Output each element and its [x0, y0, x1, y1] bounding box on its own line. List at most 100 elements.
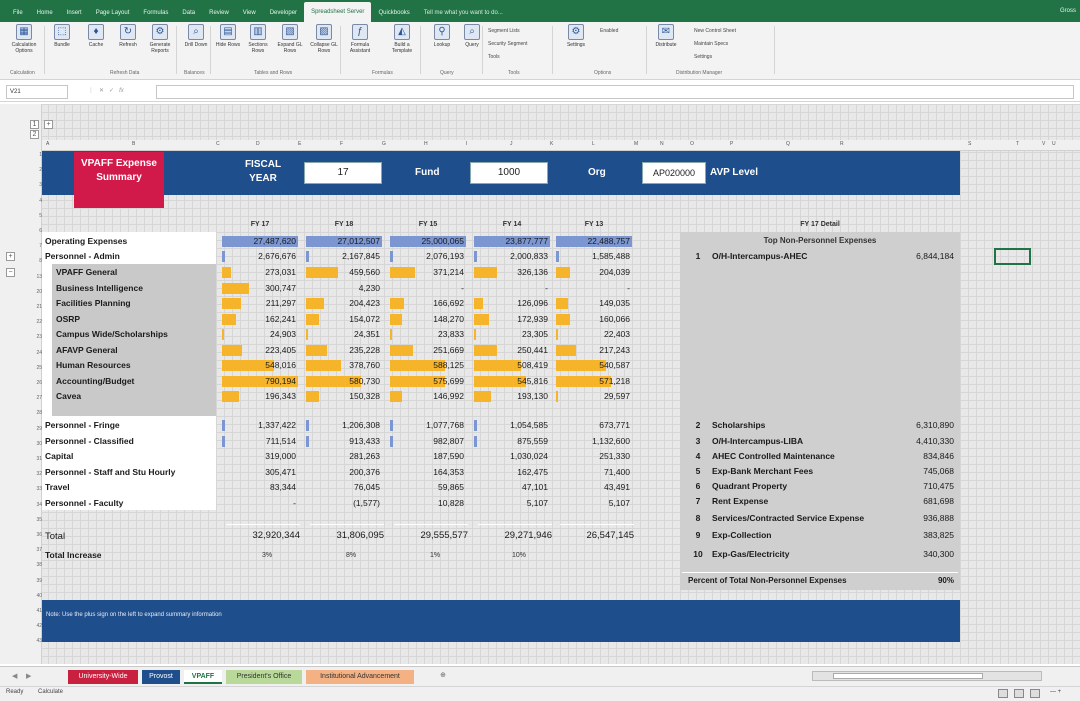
- value-cell[interactable]: 10,828: [390, 497, 468, 510]
- ribbon-option-segment-lists[interactable]: Segment Lists: [488, 28, 520, 34]
- value-cell[interactable]: 47,101: [474, 481, 552, 494]
- generate-reports-button[interactable]: ⚙ Generate Reports: [144, 24, 176, 54]
- ribbon-tab-view[interactable]: View: [236, 4, 263, 22]
- row-number[interactable]: 42: [30, 623, 42, 629]
- build-template-button[interactable]: ◭ Build a Template: [386, 24, 418, 54]
- row-number[interactable]: 22: [30, 319, 42, 325]
- value-cell[interactable]: 1,337,422: [222, 419, 300, 432]
- value-cell[interactable]: 281,263: [306, 450, 384, 463]
- value-cell[interactable]: 146,992: [390, 390, 468, 403]
- horizontal-scrollbar[interactable]: [812, 671, 1042, 681]
- column-header[interactable]: G: [382, 141, 386, 147]
- row-number[interactable]: 2: [30, 167, 42, 173]
- sheet-tab-institutional-advancement[interactable]: Institutional Advancement: [306, 670, 414, 684]
- ribbon-tab-quickbooks[interactable]: Quickbooks: [371, 4, 416, 22]
- ribbon-tab-file[interactable]: File: [6, 4, 30, 22]
- value-cell[interactable]: 305,471: [222, 466, 300, 479]
- cache-button[interactable]: ♦ Cache: [80, 24, 112, 48]
- row-number[interactable]: 33: [30, 486, 42, 492]
- row-number[interactable]: 24: [30, 350, 42, 356]
- fund-input[interactable]: 1000: [470, 162, 548, 184]
- value-cell[interactable]: -: [390, 282, 468, 295]
- sheet-tab-university-wide[interactable]: University-Wide: [68, 670, 138, 684]
- value-cell[interactable]: 23,833: [390, 328, 468, 341]
- row-number[interactable]: 30: [30, 441, 42, 447]
- column-header[interactable]: O: [690, 141, 694, 147]
- ribbon-option-settings[interactable]: Settings: [694, 54, 712, 60]
- value-cell[interactable]: 200,376: [306, 466, 384, 479]
- value-cell[interactable]: 83,344: [222, 481, 300, 494]
- value-cell[interactable]: 76,045: [306, 481, 384, 494]
- value-cell[interactable]: 251,669: [390, 344, 468, 357]
- value-cell[interactable]: 300,747: [222, 282, 300, 295]
- row-number[interactable]: 23: [30, 334, 42, 340]
- value-cell[interactable]: 223,405: [222, 344, 300, 357]
- value-cell[interactable]: 126,096: [474, 297, 552, 310]
- zoom-slider[interactable]: — +: [1050, 689, 1061, 695]
- value-cell[interactable]: 790,194: [222, 375, 300, 388]
- value-cell[interactable]: 251,330: [556, 450, 634, 463]
- value-cell[interactable]: 580,730: [306, 375, 384, 388]
- column-header[interactable]: U: [1052, 141, 1056, 147]
- name-box[interactable]: V21: [6, 85, 68, 99]
- user-name[interactable]: Gross: [1060, 8, 1076, 14]
- column-header[interactable]: R: [840, 141, 844, 147]
- value-cell[interactable]: 326,136: [474, 266, 552, 279]
- row-number[interactable]: 38: [30, 562, 42, 568]
- value-cell[interactable]: 24,903: [222, 328, 300, 341]
- expand-plus-icon[interactable]: +: [6, 252, 15, 261]
- status-calculate[interactable]: Calculate: [38, 689, 63, 695]
- row-number[interactable]: 25: [30, 365, 42, 371]
- ribbon-option-tools[interactable]: Tools: [488, 54, 500, 60]
- value-cell[interactable]: 548,016: [222, 359, 300, 372]
- value-cell[interactable]: 1,585,488: [556, 250, 634, 263]
- column-header[interactable]: S: [968, 141, 971, 147]
- row-number[interactable]: 40: [30, 593, 42, 599]
- ribbon-tab-page-layout[interactable]: Page Layout: [89, 4, 137, 22]
- value-cell[interactable]: 154,072: [306, 313, 384, 326]
- row-number[interactable]: 29: [30, 426, 42, 432]
- column-header[interactable]: F: [340, 141, 343, 147]
- sheet-tab-provost[interactable]: Provost: [142, 670, 180, 684]
- expand-rows-button[interactable]: ▧ Expand GL Rows: [274, 24, 306, 54]
- value-cell[interactable]: 2,076,193: [390, 250, 468, 263]
- ribbon-option-maintain-specs[interactable]: Maintain Specs: [694, 41, 728, 47]
- column-header[interactable]: L: [592, 141, 595, 147]
- value-cell[interactable]: 5,107: [556, 497, 634, 510]
- drill-down-button[interactable]: ⌕ Drill Down: [180, 24, 212, 48]
- row-number[interactable]: 41: [30, 608, 42, 614]
- column-header[interactable]: P: [730, 141, 733, 147]
- sheet-tab-president-s-office[interactable]: President's Office: [226, 670, 302, 684]
- value-cell[interactable]: 204,423: [306, 297, 384, 310]
- selected-cell[interactable]: [994, 248, 1031, 265]
- column-header[interactable]: N: [660, 141, 664, 147]
- formula-buttons[interactable]: ⋮ ✕ ✓ fx: [88, 85, 152, 99]
- value-cell[interactable]: 162,475: [474, 466, 552, 479]
- value-cell[interactable]: 43,491: [556, 481, 634, 494]
- value-cell[interactable]: 1,030,024: [474, 450, 552, 463]
- value-cell[interactable]: 59,865: [390, 481, 468, 494]
- value-cell[interactable]: 711,514: [222, 435, 300, 448]
- value-cell[interactable]: 545,816: [474, 375, 552, 388]
- ribbon-tab-insert[interactable]: Insert: [60, 4, 89, 22]
- column-header[interactable]: B: [132, 141, 135, 147]
- ribbon-tab-data[interactable]: Data: [175, 4, 202, 22]
- value-cell[interactable]: 164,353: [390, 466, 468, 479]
- value-cell[interactable]: 29,597: [556, 390, 634, 403]
- column-header[interactable]: A: [46, 141, 49, 147]
- row-number[interactable]: 6: [30, 228, 42, 234]
- value-cell[interactable]: -: [556, 282, 634, 295]
- value-cell[interactable]: (1,577): [306, 497, 384, 510]
- row-number[interactable]: 32: [30, 471, 42, 477]
- tell-me-search[interactable]: Tell me what you want to do...: [417, 4, 510, 22]
- tab-scroll-left-icon[interactable]: ◀: [8, 670, 21, 684]
- value-cell[interactable]: 588,125: [390, 359, 468, 372]
- value-cell[interactable]: 71,400: [556, 466, 634, 479]
- value-cell[interactable]: 148,270: [390, 313, 468, 326]
- value-cell[interactable]: 2,167,845: [306, 250, 384, 263]
- hide-rows-button[interactable]: ▤ Hide Rows: [212, 24, 244, 48]
- value-cell[interactable]: 2,000,833: [474, 250, 552, 263]
- row-number[interactable]: 4: [30, 198, 42, 204]
- column-header[interactable]: D: [256, 141, 260, 147]
- column-header[interactable]: V: [1042, 141, 1045, 147]
